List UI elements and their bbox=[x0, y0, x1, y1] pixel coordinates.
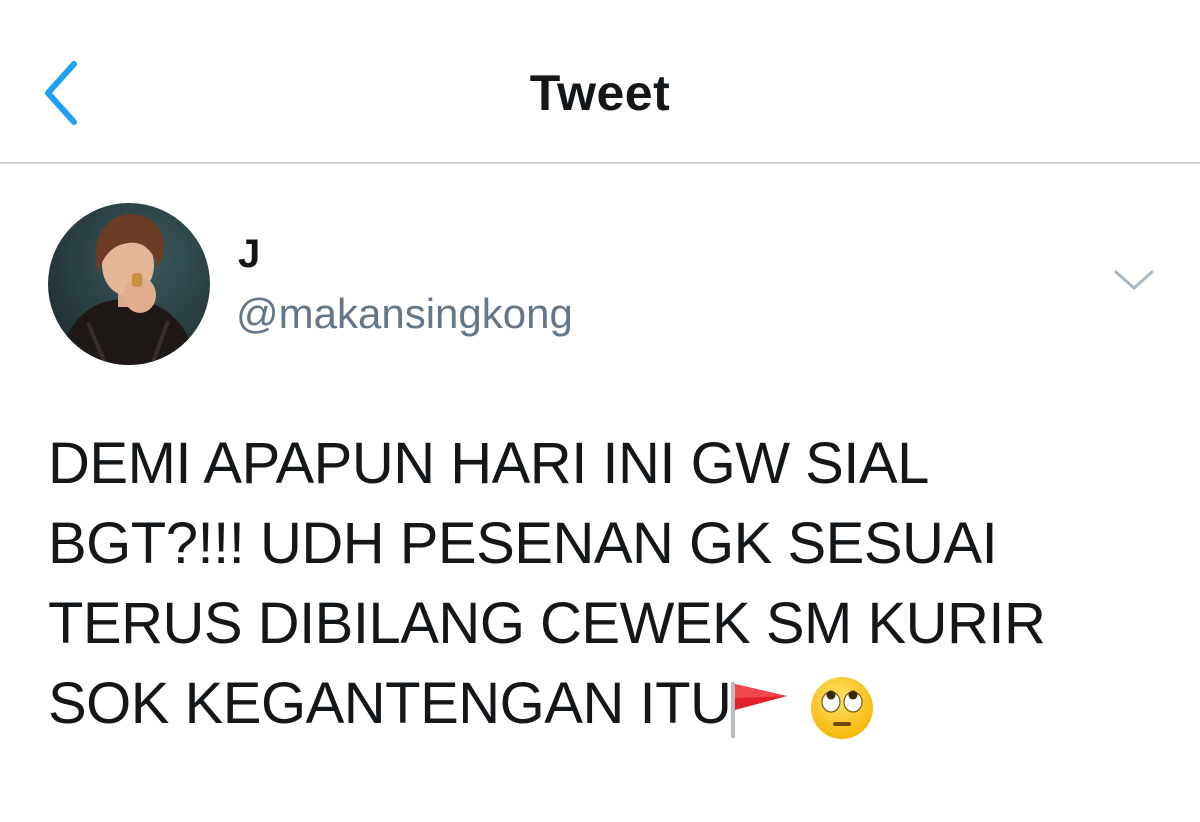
avatar[interactable] bbox=[48, 203, 210, 365]
username[interactable]: @makansingkong bbox=[236, 290, 573, 338]
header-divider bbox=[0, 162, 1200, 164]
tweet-text: DEMI APAPUN HARI INI GW SIAL BGT?!!! UDH… bbox=[48, 424, 1158, 744]
face-with-rolling-eyes-emoji bbox=[811, 676, 874, 739]
display-name[interactable]: J bbox=[238, 232, 260, 277]
tweet-text-segment: SOK KEGANTENGAN ITU bbox=[48, 671, 732, 736]
tweet-text-line: BGT?!!! UDH PESENAN GK SESUAI bbox=[48, 511, 998, 576]
chevron-down-icon bbox=[1114, 270, 1154, 290]
top-nav-bar: Tweet bbox=[0, 0, 1200, 162]
page-title: Tweet bbox=[529, 65, 671, 121]
tweet-menu-button[interactable] bbox=[1110, 262, 1158, 302]
tweet-text-line: TERUS DIBILANG CEWEK SM KURIR bbox=[48, 591, 1046, 656]
triangular-flag-emoji bbox=[731, 681, 788, 738]
tweet-text-line: DEMI APAPUN HARI INI GW SIAL bbox=[48, 431, 929, 496]
profile-photo bbox=[48, 203, 210, 365]
tweet-text-line-last: SOK KEGANTENGAN ITU bbox=[48, 664, 1158, 744]
